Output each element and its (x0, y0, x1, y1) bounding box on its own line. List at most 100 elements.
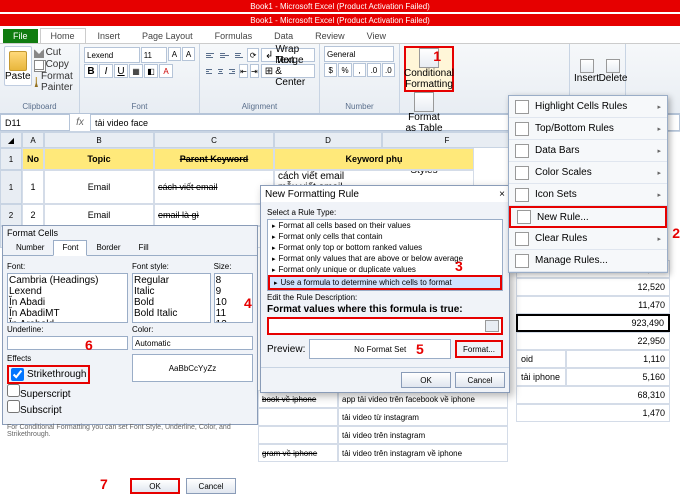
name-box[interactable]: D11 (0, 114, 70, 131)
font-size-select[interactable]: 11 (141, 47, 167, 63)
cell[interactable]: tải video từ instagram (338, 408, 508, 426)
font-color-button[interactable]: A (159, 64, 173, 78)
decrease-decimal-button[interactable]: .0 (382, 63, 395, 77)
subscript-checkbox[interactable]: Subscript (7, 406, 62, 415)
cut-button[interactable]: Cut (34, 47, 78, 58)
fc-tab-font[interactable]: Font (53, 240, 87, 256)
cell[interactable]: cách viết email (154, 170, 274, 204)
col-header-f[interactable]: F (382, 132, 512, 148)
cell[interactable]: No (22, 148, 44, 170)
orientation-button[interactable]: ⟳ (247, 48, 259, 62)
cell[interactable]: Email (44, 170, 154, 204)
superscript-checkbox[interactable]: Superscript (7, 390, 71, 399)
cell[interactable]: 1,110 (566, 350, 670, 368)
format-as-table-button[interactable]: Format as Table (404, 92, 444, 134)
align-bottom-button[interactable] (233, 49, 245, 61)
font-name-select[interactable]: Lexend (84, 47, 140, 63)
col-header-c[interactable]: C (154, 132, 274, 148)
align-middle-button[interactable] (218, 49, 230, 61)
tab-insert[interactable]: Insert (88, 29, 131, 43)
cell[interactable]: oid (516, 350, 566, 368)
tab-data[interactable]: Data (264, 29, 303, 43)
italic-button[interactable]: I (99, 64, 113, 78)
tab-file[interactable]: File (3, 29, 38, 43)
cell[interactable]: Keyword phụ (274, 148, 474, 170)
cell[interactable]: 12,520 (516, 278, 670, 296)
increase-indent-button[interactable]: ⇥ (250, 64, 259, 78)
insert-cells-button[interactable]: Insert (574, 46, 599, 96)
format-painter-button[interactable]: Format Painter (34, 71, 78, 93)
cancel-button[interactable]: Cancel (186, 478, 236, 494)
decrease-font-button[interactable]: A (182, 47, 195, 61)
close-icon[interactable]: × (499, 189, 505, 200)
border-button[interactable]: ▦ (129, 64, 143, 78)
cell[interactable]: 2 (22, 204, 44, 226)
cf-highlight-rules[interactable]: Highlight Cells Rules▸ (509, 96, 667, 118)
col-header-d[interactable]: D (274, 132, 382, 148)
rule-type-list[interactable]: Format all cells based on their values F… (267, 219, 503, 291)
paste-button[interactable]: Paste (4, 46, 32, 86)
align-right-button[interactable] (227, 65, 237, 77)
fc-tab-border[interactable]: Border (87, 240, 129, 255)
cell[interactable]: tải iphone (516, 368, 566, 386)
cell[interactable]: 1 (22, 170, 44, 204)
rule-type-item[interactable]: Format all cells based on their values (268, 220, 502, 231)
increase-decimal-button[interactable]: .0 (367, 63, 380, 77)
fc-tab-number[interactable]: Number (7, 240, 53, 255)
col-header-a[interactable]: A (22, 132, 44, 148)
row-header[interactable]: 1 (0, 148, 22, 170)
comma-button[interactable]: , (353, 63, 366, 77)
cf-new-rule[interactable]: New Rule... (509, 206, 667, 228)
cell[interactable]: Email (44, 204, 154, 226)
dialog-cancel-button[interactable]: Cancel (455, 372, 505, 388)
rule-type-item-formula[interactable]: Use a formula to determine which cells t… (268, 275, 502, 290)
cell[interactable]: 923,490 (516, 314, 670, 332)
cf-manage-rules[interactable]: Manage Rules... (509, 250, 667, 272)
cf-data-bars[interactable]: Data Bars▸ (509, 140, 667, 162)
row-header[interactable]: 2 (0, 204, 22, 226)
cell[interactable]: 11,470 (516, 296, 670, 314)
rule-type-item[interactable]: Format only values that are above or bel… (268, 253, 502, 264)
ok-button[interactable]: OK (130, 478, 180, 494)
copy-button[interactable]: Copy (34, 59, 78, 70)
delete-cells-button[interactable]: Delete (600, 46, 626, 96)
cf-icon-sets[interactable]: Icon Sets▸ (509, 184, 667, 206)
cell[interactable]: tải video trên instagram (338, 426, 508, 444)
fc-underline-select[interactable] (7, 336, 128, 350)
decrease-indent-button[interactable]: ⇤ (239, 64, 248, 78)
cf-top-bottom-rules[interactable]: Top/Bottom Rules▸ (509, 118, 667, 140)
cell[interactable]: Topic (44, 148, 154, 170)
cell[interactable] (258, 408, 338, 426)
tab-review[interactable]: Review (305, 29, 355, 43)
fill-color-button[interactable]: ◧ (144, 64, 158, 78)
percent-button[interactable]: % (338, 63, 351, 77)
dialog-ok-button[interactable]: OK (401, 372, 451, 388)
rule-type-item[interactable]: Format only unique or duplicate values (268, 264, 502, 275)
tab-formulas[interactable]: Formulas (205, 29, 263, 43)
col-header-b[interactable]: B (44, 132, 154, 148)
align-left-button[interactable] (204, 65, 214, 77)
strikethrough-checkbox[interactable]: Strikethrough (7, 365, 90, 384)
currency-button[interactable]: $ (324, 63, 337, 77)
cell[interactable]: Parent Keyword (154, 148, 274, 170)
align-top-button[interactable] (204, 49, 216, 61)
merge-center-button[interactable]: ⊞Merge & Center (261, 64, 315, 78)
bold-button[interactable]: B (84, 64, 98, 78)
fc-color-select[interactable]: Automatic (132, 336, 253, 350)
tab-view[interactable]: View (357, 29, 396, 43)
align-center-button[interactable] (216, 65, 226, 77)
cell[interactable]: 22,950 (516, 332, 670, 350)
underline-button[interactable]: U (114, 64, 128, 78)
rule-type-item[interactable]: Format only top or bottom ranked values (268, 242, 502, 253)
cell[interactable]: 5,160 (566, 368, 670, 386)
cell[interactable]: email là gì (154, 204, 274, 226)
increase-font-button[interactable]: A (168, 47, 181, 61)
number-format-select[interactable]: General (324, 46, 394, 62)
cell[interactable] (258, 426, 338, 444)
range-selector-button[interactable] (485, 320, 499, 332)
format-button[interactable]: Format... (455, 340, 503, 358)
row-header[interactable]: 1 (0, 170, 22, 204)
formula-input-box[interactable] (267, 317, 503, 335)
rule-type-item[interactable]: Format only cells that contain (268, 231, 502, 242)
cell[interactable]: tải video trên instagram về iphone (338, 444, 508, 462)
